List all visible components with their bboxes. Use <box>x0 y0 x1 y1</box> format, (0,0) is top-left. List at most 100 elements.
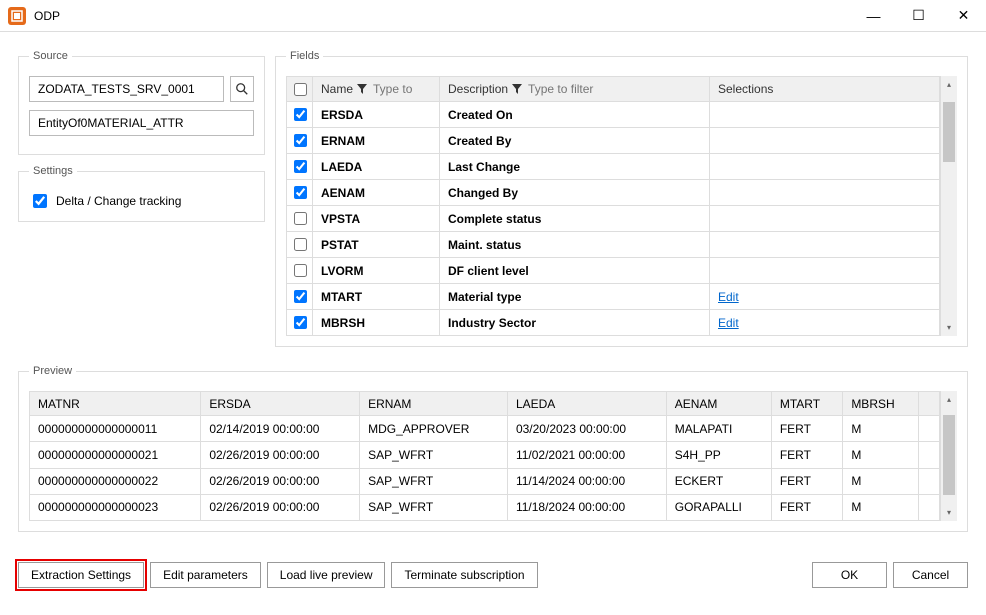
preview-cell: 11/14/2024 00:00:00 <box>507 468 666 494</box>
terminate-subscription-button[interactable]: Terminate subscription <box>391 562 537 588</box>
preview-cell-empty <box>918 494 939 520</box>
field-checkbox[interactable] <box>294 316 307 329</box>
service-input[interactable] <box>29 76 224 102</box>
scroll-up-icon[interactable]: ▴ <box>941 76 957 93</box>
preview-row[interactable]: 00000000000000002302/26/2019 00:00:00SAP… <box>30 494 940 520</box>
preview-column-header[interactable]: LAEDA <box>507 392 666 416</box>
description-filter-input[interactable] <box>526 81 646 97</box>
field-checkbox-cell[interactable] <box>287 284 313 310</box>
scroll-thumb[interactable] <box>943 415 955 495</box>
fields-row[interactable]: ERSDACreated On <box>287 102 940 128</box>
entity-input[interactable] <box>29 110 254 136</box>
field-checkbox-cell[interactable] <box>287 102 313 128</box>
field-checkbox[interactable] <box>294 212 307 225</box>
edit-selections-link[interactable]: Edit <box>718 290 739 304</box>
minimize-button[interactable]: — <box>851 0 896 32</box>
preview-scrollbar[interactable]: ▴ ▾ <box>940 391 957 521</box>
fields-header-name[interactable]: Name <box>313 77 440 102</box>
close-button[interactable]: ✕ <box>941 0 986 32</box>
fields-row[interactable]: ERNAMCreated By <box>287 128 940 154</box>
preview-cell: 000000000000000022 <box>30 468 201 494</box>
preview-column-header[interactable]: ERSDA <box>201 392 360 416</box>
name-filter-input[interactable] <box>371 81 431 97</box>
preview-row[interactable]: 00000000000000002102/26/2019 00:00:00SAP… <box>30 442 940 468</box>
field-checkbox-cell[interactable] <box>287 310 313 336</box>
fields-row[interactable]: AENAMChanged By <box>287 180 940 206</box>
field-checkbox-cell[interactable] <box>287 128 313 154</box>
field-checkbox[interactable] <box>294 290 307 303</box>
field-checkbox[interactable] <box>294 160 307 173</box>
preview-column-header[interactable]: MBRSH <box>843 392 918 416</box>
preview-column-header[interactable]: MTART <box>771 392 842 416</box>
delta-checkbox-row[interactable]: Delta / Change tracking <box>29 191 254 211</box>
preview-cell: FERT <box>771 416 842 442</box>
fields-row[interactable]: LVORMDF client level <box>287 258 940 284</box>
field-checkbox-cell[interactable] <box>287 206 313 232</box>
fields-row[interactable]: VPSTAComplete status <box>287 206 940 232</box>
cancel-button[interactable]: Cancel <box>893 562 968 588</box>
field-name-cell: ERSDA <box>313 102 440 128</box>
field-selections-cell[interactable]: Edit <box>710 284 940 310</box>
field-description-cell: Maint. status <box>440 232 710 258</box>
scroll-down-icon[interactable]: ▾ <box>941 504 957 521</box>
extraction-settings-button[interactable]: Extraction Settings <box>18 562 144 588</box>
preview-column-header-empty <box>918 392 939 416</box>
fields-row[interactable]: PSTATMaint. status <box>287 232 940 258</box>
field-name-cell: LVORM <box>313 258 440 284</box>
window-title: ODP <box>34 9 60 23</box>
fields-header-select-all[interactable] <box>287 77 313 102</box>
edit-selections-link[interactable]: Edit <box>718 316 739 330</box>
preview-column-header[interactable]: AENAM <box>666 392 771 416</box>
fields-table: Name Description <box>286 76 940 336</box>
preview-cell: SAP_WFRT <box>360 468 508 494</box>
preview-cell: 000000000000000023 <box>30 494 201 520</box>
search-icon <box>235 82 249 96</box>
edit-parameters-button[interactable]: Edit parameters <box>150 562 261 588</box>
fields-row[interactable]: MTARTMaterial typeEdit <box>287 284 940 310</box>
preview-row[interactable]: 00000000000000002202/26/2019 00:00:00SAP… <box>30 468 940 494</box>
field-name-cell: MBRSH <box>313 310 440 336</box>
maximize-button[interactable]: ☐ <box>896 0 941 32</box>
preview-cell: MALAPATI <box>666 416 771 442</box>
preview-row[interactable]: 00000000000000001102/14/2019 00:00:00MDG… <box>30 416 940 442</box>
preview-group: Preview MATNRERSDAERNAMLAEDAAENAMMTARTMB… <box>18 365 968 532</box>
field-description-cell: Changed By <box>440 180 710 206</box>
scroll-down-icon[interactable]: ▾ <box>941 319 957 336</box>
source-legend: Source <box>29 50 72 62</box>
preview-cell: M <box>843 494 918 520</box>
ok-button[interactable]: OK <box>812 562 887 588</box>
preview-cell: FERT <box>771 442 842 468</box>
field-checkbox[interactable] <box>294 134 307 147</box>
field-checkbox-cell[interactable] <box>287 258 313 284</box>
delta-checkbox[interactable] <box>33 194 47 208</box>
preview-cell: ECKERT <box>666 468 771 494</box>
fields-row[interactable]: MBRSHIndustry SectorEdit <box>287 310 940 336</box>
preview-cell: FERT <box>771 494 842 520</box>
field-selections-cell <box>710 180 940 206</box>
preview-cell: MDG_APPROVER <box>360 416 508 442</box>
scroll-thumb[interactable] <box>943 102 955 162</box>
field-checkbox[interactable] <box>294 264 307 277</box>
field-selections-cell <box>710 128 940 154</box>
fields-scrollbar[interactable]: ▴ ▾ <box>940 76 957 336</box>
preview-cell: 02/26/2019 00:00:00 <box>201 494 360 520</box>
field-checkbox[interactable] <box>294 238 307 251</box>
field-selections-cell[interactable]: Edit <box>710 310 940 336</box>
preview-column-header[interactable]: ERNAM <box>360 392 508 416</box>
field-checkbox-cell[interactable] <box>287 232 313 258</box>
select-all-checkbox[interactable] <box>294 83 307 96</box>
settings-group: Settings Delta / Change tracking <box>18 165 265 222</box>
fields-row[interactable]: LAEDALast Change <box>287 154 940 180</box>
preview-cell: S4H_PP <box>666 442 771 468</box>
field-selections-cell <box>710 206 940 232</box>
scroll-up-icon[interactable]: ▴ <box>941 391 957 408</box>
preview-column-header[interactable]: MATNR <box>30 392 201 416</box>
load-live-preview-button[interactable]: Load live preview <box>267 562 386 588</box>
app-icon <box>8 7 26 25</box>
field-checkbox[interactable] <box>294 108 307 121</box>
field-checkbox[interactable] <box>294 186 307 199</box>
search-button[interactable] <box>230 76 254 102</box>
field-checkbox-cell[interactable] <box>287 154 313 180</box>
field-checkbox-cell[interactable] <box>287 180 313 206</box>
fields-header-description[interactable]: Description <box>440 77 710 102</box>
